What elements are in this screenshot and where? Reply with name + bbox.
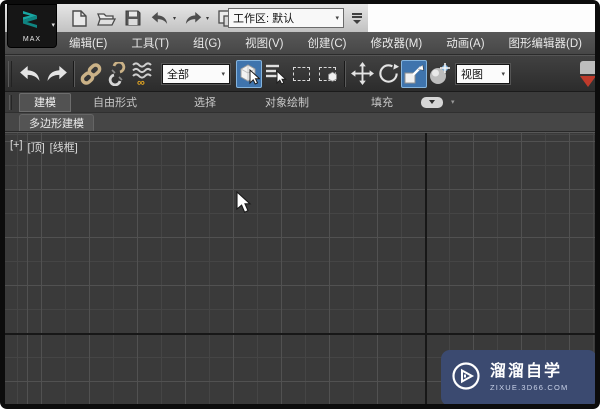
select-and-manipulate-button[interactable] [427, 60, 453, 88]
manipulate-sphere-icon [430, 62, 450, 84]
redo-arrow-icon [47, 65, 67, 82]
undo-scene-button[interactable] [17, 60, 43, 88]
overflow-caret-icon [353, 19, 361, 24]
bind-to-space-warp-button[interactable]: ∞ [130, 60, 156, 88]
menu-graph-editors[interactable]: 图形编辑器(D) [497, 32, 594, 54]
ribbon-minimize-caret-icon [429, 100, 435, 104]
menu-modifiers[interactable]: 修改器(M) [358, 32, 434, 54]
undo-icon [151, 12, 168, 24]
ribbon-tab-selection[interactable]: 选择 [189, 93, 221, 112]
ribbon-tab-modeling[interactable]: 建模 [19, 92, 71, 112]
workspace-caret-icon: ▾ [335, 15, 339, 22]
application-menu-button[interactable]: MAX ▾ [7, 4, 57, 48]
svg-text:∞: ∞ [137, 77, 145, 87]
menu-bar: 编辑(E) 工具(T) 组(G) 视图(V) 创建(C) 修改器(M) 动画(A… [5, 32, 595, 55]
undo-dropdown-caret-icon[interactable]: ▾ [173, 15, 176, 22]
ribbon-tab-populate[interactable]: 填充 [369, 93, 395, 112]
viewport-canvas[interactable]: [+] [顶] [线框] 溜溜自学 ZIXUE.3D66.COM [5, 132, 595, 404]
workspace-selector[interactable]: 工作区: 默认 ▾ [228, 8, 344, 28]
titlebar-empty-area [368, 4, 595, 32]
coordinate-system-value: 视图 [461, 68, 483, 81]
selection-filter-dropdown[interactable]: 全部 ▾ [162, 63, 230, 84]
link-chain-icon [80, 62, 102, 85]
save-file-icon [125, 10, 141, 26]
world-axis-vertical-line [425, 133, 427, 404]
dashed-rectangle-cube-icon [318, 66, 337, 82]
select-and-link-button[interactable] [78, 60, 104, 88]
select-and-move-button[interactable] [349, 60, 375, 88]
undo-button[interactable] [150, 8, 170, 28]
window-frame: MAX ▾ ▾ ▾ 工作区: 默认 ▾ 编辑(E) 工具(T) 组(G) 视图(… [0, 0, 600, 409]
viewport-maximize-menu[interactable]: [+] [10, 139, 23, 155]
coordinate-caret-icon: ▾ [501, 70, 505, 78]
ribbon-tab-object-paint[interactable]: 对象绘制 [251, 93, 323, 112]
world-axis-horizontal-line [5, 333, 595, 335]
watermark-play-icon [451, 361, 481, 396]
menu-group[interactable]: 组(G) [181, 32, 233, 54]
redo-button[interactable] [183, 8, 203, 28]
logo-label: MAX [22, 35, 42, 43]
main-toolbar: ∞ 全部 ▾ 视图 ▾ [5, 55, 595, 92]
ribbon-minimize-button[interactable] [421, 96, 443, 108]
toolbar-separator [344, 60, 345, 87]
watermark-badge: 溜溜自学 ZIXUE.3D66.COM [441, 350, 595, 404]
dashed-rectangle-icon [292, 66, 310, 81]
window-crossing-button[interactable] [314, 60, 340, 88]
selection-filter-caret-icon: ▾ [221, 70, 225, 78]
select-and-uniform-scale-button[interactable] [401, 59, 427, 88]
undo-arrow-icon [19, 65, 39, 82]
watermark-title: 溜溜自学 [490, 363, 563, 381]
space-warp-waves-icon: ∞ [132, 61, 152, 87]
magnet-tip-icon [580, 76, 595, 87]
app-menu-caret-icon: ▾ [51, 22, 55, 29]
overflow-bar-icon [352, 12, 362, 15]
selection-filter-value: 全部 [167, 68, 189, 81]
menu-tools[interactable]: 工具(T) [119, 32, 181, 54]
select-object-icon [240, 63, 260, 85]
new-scene-icon [71, 9, 87, 27]
watermark-subtitle: ZIXUE.3D66.COM [490, 382, 569, 392]
ribbon-tab-bar: 建模 自由形式 选择 对象绘制 填充 ▾ [5, 92, 595, 113]
menu-edit[interactable]: 编辑(E) [57, 32, 119, 54]
rotate-circle-icon [378, 63, 399, 83]
select-object-button[interactable] [236, 59, 262, 88]
menu-animation[interactable]: 动画(A) [434, 32, 496, 54]
select-by-name-icon [265, 64, 287, 85]
move-cross-icon [350, 62, 374, 85]
reference-coordinate-dropdown[interactable]: 视图 ▾ [456, 63, 510, 84]
viewport-label: [+] [顶] [线框] [10, 139, 78, 155]
open-file-button[interactable] [96, 8, 116, 28]
select-and-rotate-button[interactable] [375, 60, 401, 88]
toolbar-separator [73, 60, 74, 87]
3dsmax-logo-icon [21, 10, 43, 35]
select-by-name-button[interactable] [262, 60, 288, 88]
application-window: MAX ▾ ▾ ▾ 工作区: 默认 ▾ 编辑(E) 工具(T) 组(G) 视图(… [5, 4, 595, 404]
workspace-label: 工作区: 默认 [233, 13, 295, 25]
redo-scene-button[interactable] [43, 60, 69, 88]
save-file-button[interactable] [123, 8, 143, 28]
viewport-view-menu[interactable]: [顶] [28, 139, 45, 155]
broken-chain-icon [108, 61, 126, 86]
open-file-icon [96, 12, 116, 26]
menu-views[interactable]: 视图(V) [233, 32, 295, 54]
menu-create[interactable]: 创建(C) [295, 32, 358, 54]
overflow-bar-icon [352, 15, 362, 18]
toolbar-grip[interactable] [8, 60, 12, 87]
ribbon-tab-freeform[interactable]: 自由形式 [83, 93, 147, 112]
snap-toggle-partial-icon[interactable] [580, 61, 595, 89]
mouse-cursor-icon [236, 190, 252, 219]
unlink-selection-button[interactable] [104, 60, 130, 88]
ribbon-panel-row: 多边形建模 [5, 113, 595, 132]
scale-icon [404, 64, 424, 83]
magnet-body-icon [580, 61, 595, 74]
new-scene-button[interactable] [69, 8, 89, 28]
panel-tab-polygon-modeling[interactable]: 多边形建模 [19, 114, 94, 131]
rectangular-selection-region-button[interactable] [288, 60, 314, 88]
ribbon-grip[interactable] [9, 94, 12, 110]
redo-icon [185, 12, 202, 24]
viewport-shading-menu[interactable]: [线框] [50, 139, 78, 155]
redo-dropdown-caret-icon[interactable]: ▾ [206, 15, 209, 22]
ribbon-options-caret-icon[interactable]: ▾ [451, 98, 455, 106]
quick-access-overflow-button[interactable] [350, 10, 364, 26]
